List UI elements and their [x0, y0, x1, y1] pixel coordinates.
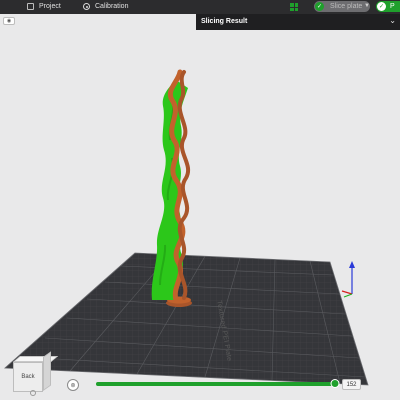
slice-plate-button[interactable]: ✓ Slice plate: [314, 1, 370, 12]
layers-icon[interactable]: ⊚: [67, 379, 79, 391]
chevron-down-icon[interactable]: ▼: [364, 3, 370, 9]
layer-slider-fill: [96, 382, 335, 386]
build-plate: [3, 252, 369, 386]
chevron-down-icon[interactable]: ⌄: [389, 16, 396, 25]
view-cube-front[interactable]: Back: [13, 362, 43, 392]
eye-icon[interactable]: ◉: [3, 17, 15, 25]
tab-calibration[interactable]: Calibration: [83, 3, 128, 10]
top-bar: Project Calibration ✓ Slice plate ▼ ✓ P: [0, 0, 400, 14]
axis-gizmo: [341, 261, 355, 298]
check-icon: ✓: [315, 2, 324, 11]
layer-value[interactable]: 152: [342, 379, 361, 390]
print-plate-button[interactable]: ✓ P: [376, 1, 400, 12]
multi-plate-icon[interactable]: [290, 3, 298, 11]
rotate-handle[interactable]: [30, 390, 36, 396]
layer-slider-knob[interactable]: [330, 379, 340, 388]
view-cube-side[interactable]: [43, 351, 51, 391]
tab-project-label: Project: [39, 3, 61, 10]
layer-slider[interactable]: [96, 379, 340, 388]
check-icon: ✓: [377, 2, 386, 11]
tab-calibration-label: Calibration: [95, 3, 129, 10]
calibration-icon: [83, 3, 90, 10]
slicing-result-panel[interactable]: Slicing Result ⌄: [196, 14, 400, 30]
view-cube[interactable]: Back: [13, 351, 59, 394]
print-plate-label: P: [390, 3, 395, 10]
slice-plate-label: Slice plate: [330, 3, 363, 10]
view-cube-label: Back: [21, 374, 35, 380]
tab-project[interactable]: Project: [27, 3, 61, 10]
viewport-3d[interactable]: [0, 0, 400, 400]
project-icon: [27, 3, 34, 10]
slicing-result-title: Slicing Result: [201, 18, 248, 25]
